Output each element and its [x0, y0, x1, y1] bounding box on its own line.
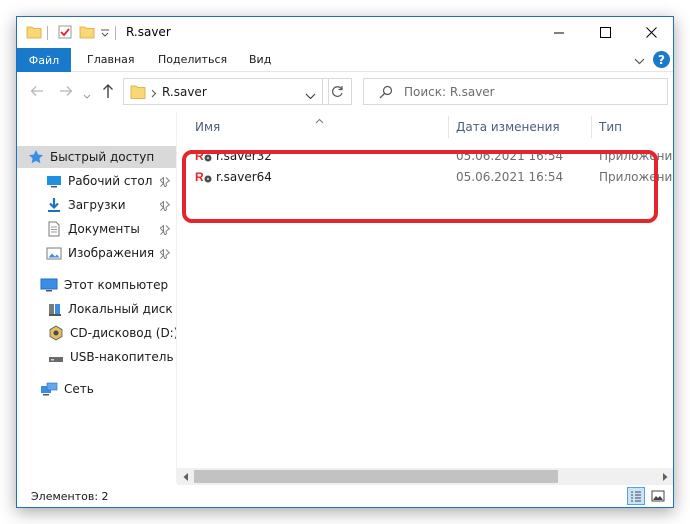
sidebar-item-label: Сеть [64, 382, 94, 396]
desktop-icon [46, 173, 62, 189]
help-icon[interactable]: ? [653, 51, 670, 68]
recent-locations-icon[interactable] [83, 89, 91, 103]
details-view-button[interactable] [627, 487, 645, 505]
sidebar-item-label: Локальный диск (C [68, 302, 176, 316]
pin-icon [159, 248, 171, 262]
sidebar-item-desktop[interactable]: Рабочий стол [46, 170, 152, 192]
ribbon: Файл Главная Поделиться Вид ? [17, 48, 673, 72]
address-row: R.saver Поиск: R.saver [17, 72, 673, 112]
sort-ascending-icon [315, 113, 324, 127]
sidebar-item-label: Рабочий стол [68, 174, 153, 188]
column-header-type[interactable]: Тип [599, 120, 622, 134]
sidebar-item-pictures[interactable]: Изображения [46, 242, 154, 264]
large-icons-view-icon [651, 490, 665, 502]
large-icons-view-button[interactable] [649, 487, 667, 505]
tab-file[interactable]: Файл [17, 48, 71, 72]
maximize-button[interactable] [582, 17, 628, 48]
search-icon [379, 85, 393, 102]
tab-home[interactable]: Главная [87, 53, 135, 66]
tab-view[interactable]: Вид [249, 53, 271, 66]
tab-share[interactable]: Поделиться [158, 53, 227, 66]
network-icon [40, 381, 58, 397]
column-header-name[interactable]: Имя [195, 120, 220, 134]
downloads-icon [46, 197, 62, 213]
scroll-right-icon[interactable] [660, 472, 670, 482]
close-icon [645, 27, 657, 38]
cd-drive-icon [48, 325, 64, 341]
folder-icon [130, 84, 146, 103]
address-path: R.saver [162, 85, 207, 99]
scrollbar-thumb[interactable] [194, 470, 558, 483]
scroll-left-icon[interactable] [181, 472, 191, 482]
sidebar-item-label: Документы [68, 222, 140, 236]
hard-drive-icon [48, 301, 62, 317]
back-arrow-icon[interactable] [30, 85, 44, 100]
search-box[interactable]: Поиск: R.saver [363, 78, 668, 105]
minimize-icon [553, 32, 564, 34]
close-button[interactable] [628, 17, 673, 48]
sidebar-item-label: Загрузки [68, 198, 126, 212]
sidebar-item-usb-drive[interactable]: USB-накопитель (E [48, 346, 176, 368]
sidebar-item-network[interactable]: Сеть [40, 378, 94, 400]
sidebar-item-cd-drive[interactable]: CD-дисковод (D:) V [48, 322, 176, 344]
address-dropdown-icon[interactable] [305, 89, 316, 103]
sidebar-item-label: Изображения [68, 246, 155, 260]
breadcrumb-chevron-icon [151, 87, 157, 101]
address-bar[interactable]: R.saver [123, 78, 329, 105]
properties-icon[interactable] [57, 24, 73, 43]
column-separator[interactable] [448, 116, 449, 138]
pin-icon [159, 224, 171, 238]
up-arrow-icon[interactable] [102, 83, 114, 102]
star-icon [28, 149, 44, 165]
item-count: Элементов: 2 [31, 490, 109, 503]
explorer-window: R.saver Файл Главная Поделиться Вид ? R.… [16, 16, 674, 508]
title-separator [115, 26, 116, 40]
highlight-frame [182, 150, 658, 223]
sidebar-item-documents[interactable]: Документы [46, 218, 140, 240]
pin-icon [159, 176, 171, 190]
expand-ribbon-icon[interactable] [634, 54, 645, 68]
horizontal-scrollbar[interactable] [177, 468, 673, 485]
title-bar: R.saver [17, 17, 673, 48]
pictures-icon [46, 245, 62, 261]
forward-arrow-icon[interactable] [59, 85, 73, 100]
documents-icon [46, 221, 62, 237]
sidebar-item-this-pc[interactable]: Этот компьютер [40, 274, 168, 296]
new-folder-icon[interactable] [79, 24, 95, 43]
search-input[interactable]: Поиск: R.saver [404, 85, 495, 99]
navigation-pane: Быстрый доступ Рабочий стол Загрузки Док… [17, 112, 176, 482]
computer-icon [40, 277, 58, 293]
sidebar-item-label: CD-дисковод (D:) V [70, 326, 176, 340]
maximize-icon [599, 27, 611, 38]
sidebar-item-label: USB-накопитель (E [70, 350, 176, 364]
sidebar-item-downloads[interactable]: Загрузки [46, 194, 126, 216]
usb-drive-icon [48, 349, 64, 365]
sidebar-item-quick-access[interactable]: Быстрый доступ [17, 146, 176, 168]
customize-toolbar-icon[interactable] [100, 27, 110, 41]
column-separator[interactable] [591, 116, 592, 138]
refresh-button[interactable] [322, 78, 352, 105]
column-header-date[interactable]: Дата изменения [456, 120, 560, 134]
window-title: R.saver [126, 25, 171, 39]
minimize-button[interactable] [536, 17, 582, 48]
sidebar-item-label: Быстрый доступ [50, 150, 155, 164]
sidebar-item-label: Этот компьютер [64, 278, 169, 292]
details-view-icon [631, 491, 641, 502]
status-bar: Элементов: 2 [17, 485, 673, 507]
refresh-icon [331, 86, 343, 97]
title-separator [47, 26, 48, 40]
folder-icon [26, 24, 42, 43]
sidebar-item-local-disk[interactable]: Локальный диск (C [48, 298, 176, 320]
pin-icon [159, 200, 171, 214]
